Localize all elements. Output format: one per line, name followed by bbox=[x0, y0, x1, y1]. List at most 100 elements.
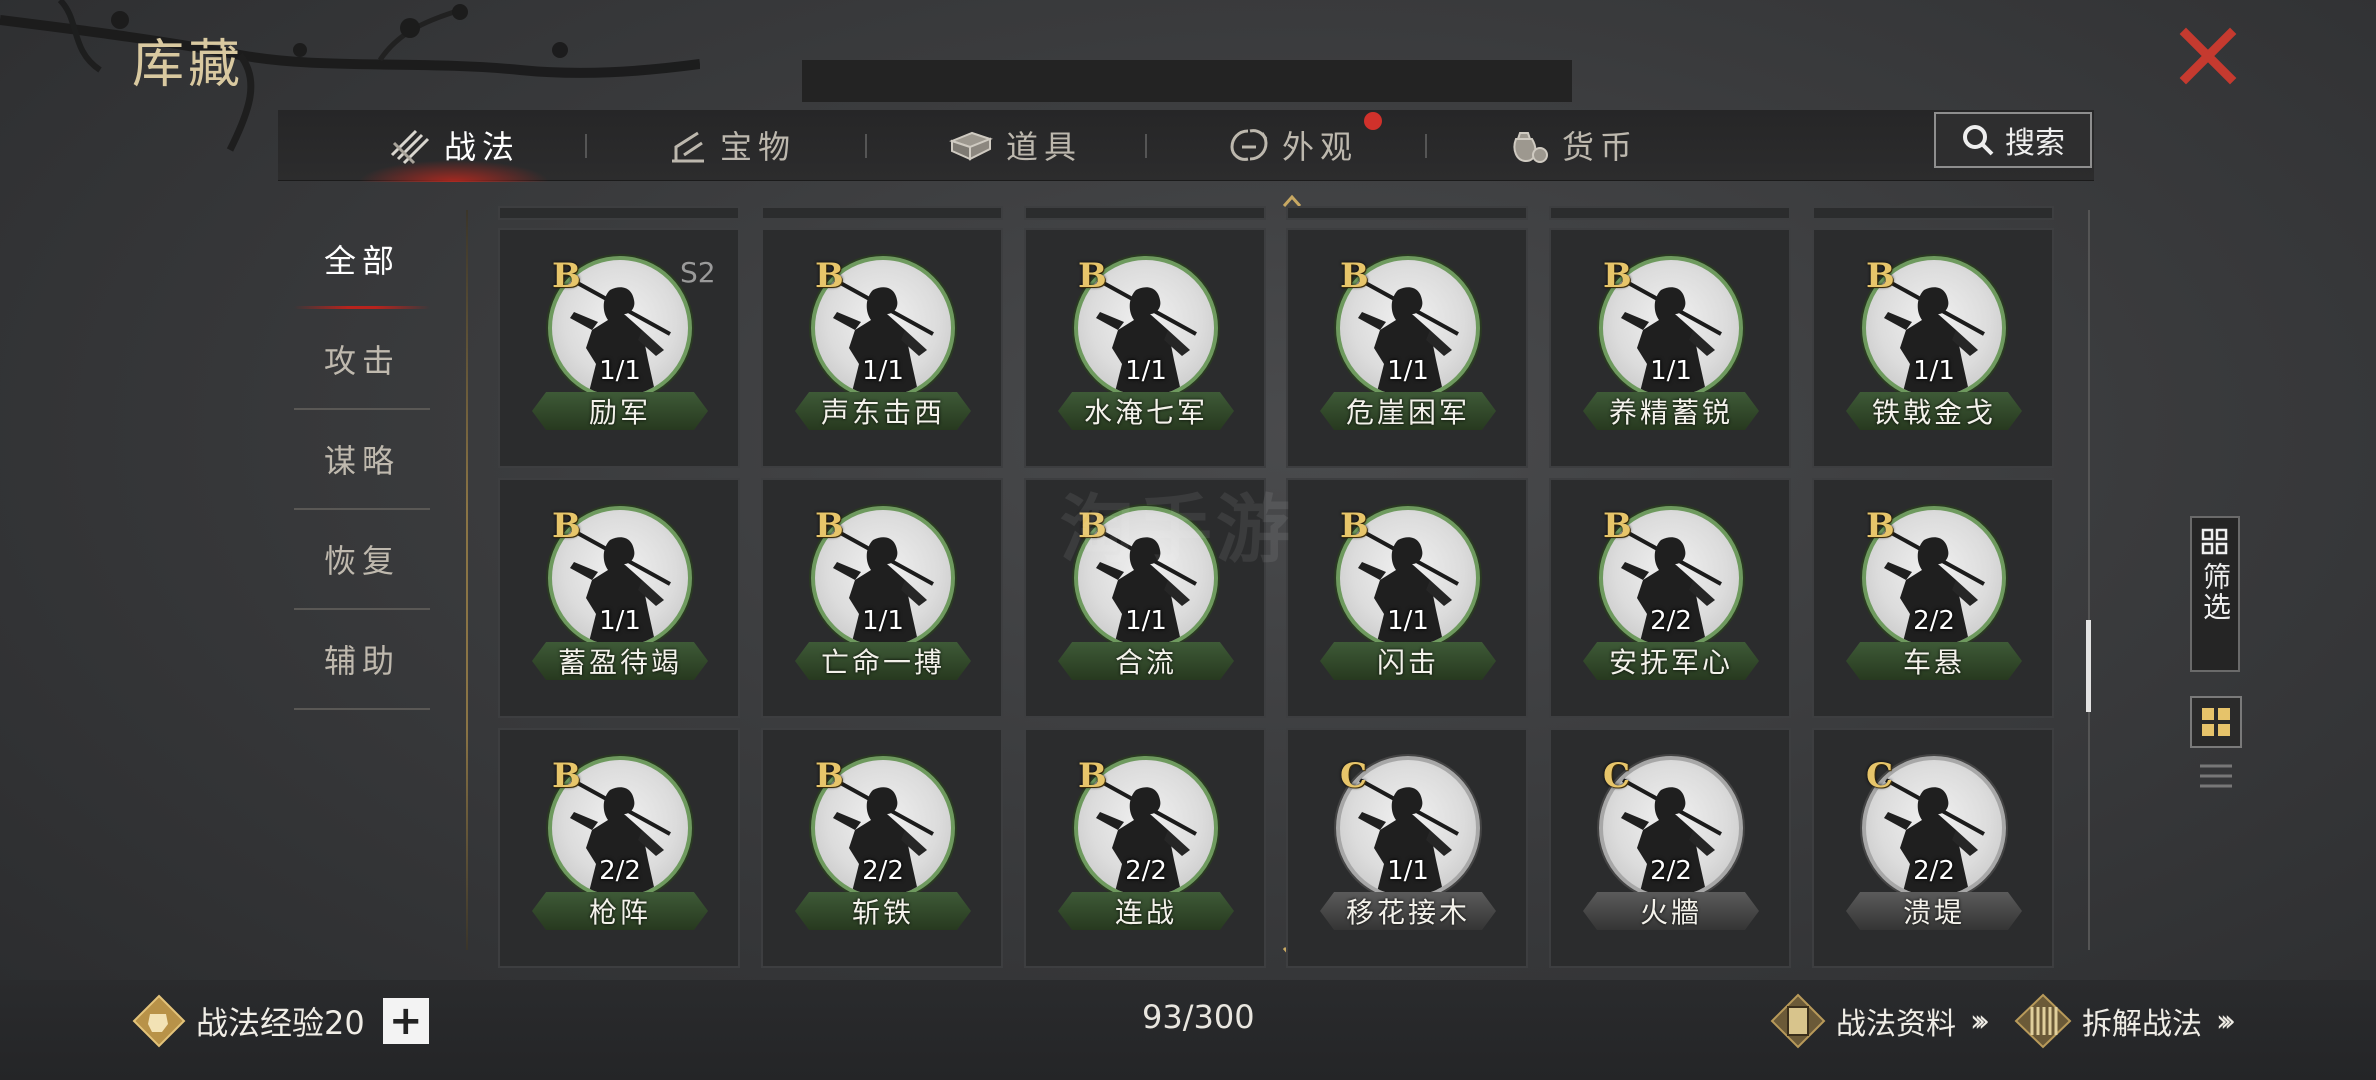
tactic-name: 水淹七军 bbox=[1058, 392, 1234, 430]
tactic-uses: 1/1 bbox=[1387, 856, 1429, 886]
tactic-uses: 2/2 bbox=[1125, 856, 1167, 886]
plus-label: + bbox=[388, 998, 423, 1044]
tactic-grade: B bbox=[1603, 256, 1632, 296]
tactic-card[interactable]: 2/2 C 火牆 bbox=[1549, 728, 1791, 968]
tactic-info-link[interactable]: 战法资料 ››› bbox=[1770, 990, 1990, 1052]
tactic-card-partial[interactable] bbox=[1812, 206, 2054, 220]
scrollbar-track[interactable] bbox=[2088, 210, 2090, 950]
tactic-card[interactable]: 1/1 B S2 励军 bbox=[498, 228, 740, 468]
close-x-icon bbox=[2179, 27, 2237, 85]
currency-icon bbox=[1513, 132, 1548, 163]
header-strip bbox=[802, 60, 1572, 102]
disassemble-link[interactable]: 拆解战法 ››› bbox=[2014, 990, 2236, 1052]
list-view-button[interactable] bbox=[2196, 758, 2236, 798]
tactic-card[interactable]: 2/2 B 连战 bbox=[1024, 728, 1266, 968]
tactic-card[interactable]: 1/1 B 闪击 bbox=[1286, 478, 1528, 718]
tactic-uses: 1/1 bbox=[1650, 356, 1692, 386]
category-strategy[interactable]: 谋略 bbox=[294, 410, 430, 508]
category-all[interactable]: 全部 bbox=[294, 210, 430, 308]
tactic-card-partial[interactable] bbox=[498, 206, 740, 220]
tactic-name: 合流 bbox=[1058, 642, 1234, 680]
tactic-card[interactable]: 2/2 B 车悬 bbox=[1812, 478, 2054, 718]
category-attack[interactable]: 攻击 bbox=[294, 310, 430, 408]
category-label: 谋略 bbox=[323, 442, 400, 480]
tactic-card[interactable]: 2/2 B 枪阵 bbox=[498, 728, 740, 968]
tactic-count: 93/300 bbox=[1142, 998, 1255, 1036]
tactic-card[interactable]: 1/1 B 蓄盈待竭 bbox=[498, 478, 740, 718]
items-icon bbox=[949, 131, 993, 161]
grid-view-icon bbox=[2202, 708, 2230, 736]
add-exp-button[interactable]: + bbox=[382, 998, 429, 1044]
tab-divider bbox=[1145, 134, 1147, 158]
tactic-card[interactable]: 1/1 B 危崖困军 bbox=[1286, 228, 1528, 468]
tab-label: 宝物 bbox=[720, 128, 797, 166]
panel-divider bbox=[466, 210, 468, 950]
scrollbar-thumb[interactable] bbox=[2086, 620, 2091, 712]
tactic-uses: 2/2 bbox=[862, 856, 904, 886]
tactic-card[interactable]: 2/2 B 斩铁 bbox=[761, 728, 1003, 968]
tactic-card[interactable]: 2/2 C 溃堤 bbox=[1812, 728, 2054, 968]
tactics-icon bbox=[390, 129, 430, 165]
appearance-icon bbox=[1230, 129, 1268, 161]
tactic-card[interactable]: 1/1 B 亡命一搏 bbox=[761, 478, 1003, 718]
category-recovery[interactable]: 恢复 bbox=[294, 510, 430, 608]
notification-badge bbox=[1364, 112, 1382, 130]
tactic-exp: 战法经验20 + bbox=[132, 994, 429, 1048]
tactic-grade: B bbox=[1078, 756, 1107, 796]
tactic-card[interactable]: 1/1 B 养精蓄锐 bbox=[1549, 228, 1791, 468]
category-divider bbox=[294, 708, 430, 710]
tactic-card[interactable]: 1/1 B 声东击西 bbox=[761, 228, 1003, 468]
grid-view-button[interactable] bbox=[2190, 696, 2242, 748]
tactic-grade: B bbox=[1340, 256, 1369, 296]
tactic-grade: C bbox=[1340, 756, 1368, 796]
search-button[interactable]: 搜索 bbox=[1934, 112, 2092, 168]
tactic-name: 火牆 bbox=[1583, 892, 1759, 930]
tactic-grade: C bbox=[1603, 756, 1631, 796]
disassemble-link-label: 拆解战法 bbox=[2082, 1007, 2202, 1042]
tactic-grade: B bbox=[552, 506, 581, 546]
filter-button[interactable]: 筛选 bbox=[2190, 516, 2240, 672]
tactic-uses: 1/1 bbox=[1125, 356, 1167, 386]
tactic-card[interactable]: 1/1 B 水淹七军 bbox=[1024, 228, 1266, 468]
watermark: 淘手游 bbox=[1060, 487, 1294, 573]
tactic-card-partial[interactable] bbox=[1286, 206, 1528, 220]
category-label: 辅助 bbox=[323, 642, 400, 680]
tactic-card-partial[interactable] bbox=[761, 206, 1003, 220]
filter-grid-icon bbox=[2201, 528, 2228, 555]
tab-tactics[interactable]: 战法 bbox=[358, 110, 551, 182]
tactic-name: 连战 bbox=[1058, 892, 1234, 930]
tactic-card-partial[interactable] bbox=[1549, 206, 1791, 220]
tactic-uses: 1/1 bbox=[862, 606, 904, 636]
tactic-card[interactable]: 2/2 B 安抚军心 bbox=[1549, 478, 1791, 718]
tab-items[interactable]: 道具 bbox=[948, 110, 1082, 180]
treasure-icon bbox=[672, 131, 704, 163]
tactic-grade: B bbox=[1866, 506, 1895, 546]
tactic-grade: B bbox=[552, 756, 581, 796]
tactic-uses: 2/2 bbox=[599, 856, 641, 886]
tab-treasure[interactable]: 宝物 bbox=[668, 110, 796, 180]
tactic-uses: 2/2 bbox=[1650, 606, 1692, 636]
tactic-card[interactable]: 1/1 C 移花接木 bbox=[1286, 728, 1528, 968]
exp-label: 战法经验20 bbox=[196, 1004, 365, 1042]
tactic-uses: 1/1 bbox=[599, 606, 641, 636]
tactic-name: 移花接木 bbox=[1320, 892, 1496, 930]
tactic-uses: 1/1 bbox=[1387, 356, 1429, 386]
tactic-name: 闪击 bbox=[1320, 642, 1496, 680]
tab-divider bbox=[585, 134, 587, 158]
tactic-card[interactable]: 1/1 B 铁戟金戈 bbox=[1812, 228, 2054, 468]
tactic-grade: B bbox=[552, 256, 581, 296]
tactic-uses: 1/1 bbox=[1387, 606, 1429, 636]
tab-currency[interactable]: 货币 bbox=[1508, 110, 1638, 180]
tactic-name: 亡命一搏 bbox=[795, 642, 971, 680]
tactic-uses: 2/2 bbox=[1913, 856, 1955, 886]
category-label: 全部 bbox=[323, 242, 400, 280]
tab-appearance[interactable]: 外观 bbox=[1228, 110, 1358, 180]
tactic-name: 安抚军心 bbox=[1583, 642, 1759, 680]
tactic-name: 励军 bbox=[532, 392, 708, 430]
close-button[interactable] bbox=[2178, 26, 2238, 86]
category-support[interactable]: 辅助 bbox=[294, 610, 430, 708]
tactic-name: 铁戟金戈 bbox=[1846, 392, 2022, 430]
tactic-uses: 2/2 bbox=[1650, 856, 1692, 886]
list-view-icon bbox=[2200, 764, 2232, 788]
tactic-card-partial[interactable] bbox=[1024, 206, 1266, 220]
